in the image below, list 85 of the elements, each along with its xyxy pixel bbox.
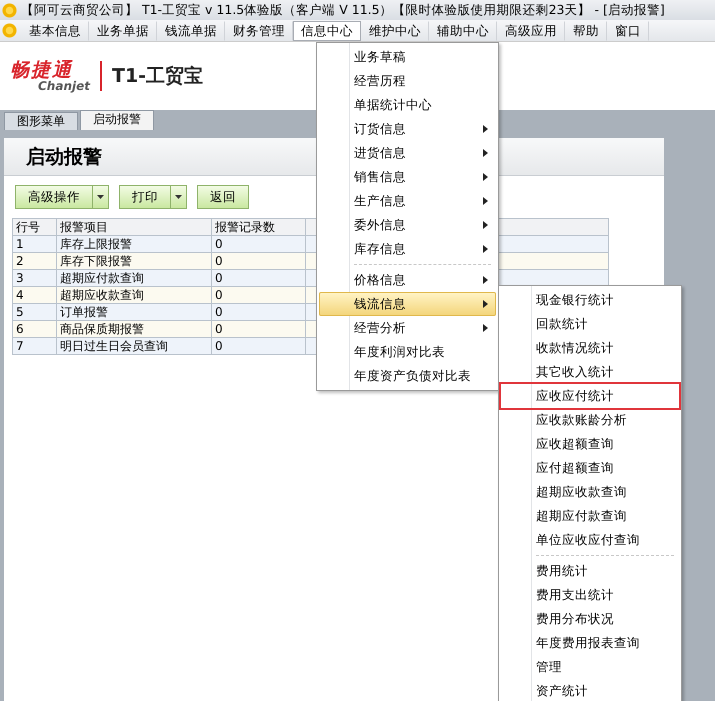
product-name: T1-工贸宝 (112, 64, 204, 89)
menu-item[interactable]: 进货信息 (319, 141, 496, 165)
menu-item[interactable]: 现金银行统计 (501, 288, 679, 312)
column-header: 行号 (12, 218, 56, 236)
caret-icon (175, 195, 182, 199)
toolbar-button[interactable]: 高级操作 (15, 185, 109, 209)
table-cell: 库存下限报警 (56, 252, 212, 270)
menu-bar-item[interactable]: 帮助 (565, 20, 607, 40)
app-icon (2, 2, 17, 18)
submenu-arrow-icon (483, 300, 489, 308)
table-cell: 0 (212, 304, 306, 320)
menu-item[interactable]: 年度费用报表查询 (501, 631, 679, 655)
menu-item[interactable]: 年度利润对比表 (319, 340, 496, 364)
menu-item[interactable]: 单据统计中心 (319, 93, 496, 117)
table-cell: 4 (12, 286, 56, 304)
menu-bar-item[interactable]: 业务单据 (89, 20, 157, 40)
table-cell: 订单报警 (56, 304, 212, 320)
menu-bar-item[interactable]: 钱流单据 (157, 20, 225, 40)
menu-item[interactable]: 应收应付统计 (501, 384, 679, 408)
menu-bar-item[interactable]: 高级应用 (497, 20, 565, 40)
submenu-arrow-icon (483, 173, 489, 181)
menu-item[interactable]: 价格信息 (319, 261, 496, 292)
menu-item[interactable]: 费用统计 (501, 552, 679, 583)
caret-icon (97, 195, 104, 199)
app-icon[interactable] (2, 23, 17, 38)
column-header: 报警记录数 (212, 218, 306, 236)
menu-bar-item[interactable]: 基本信息 (21, 20, 89, 40)
menu-item[interactable]: 经营历程 (319, 69, 496, 93)
toolbar-button[interactable]: 返回 (197, 185, 249, 209)
tab[interactable]: 图形菜单 (4, 112, 78, 130)
table-cell: 1 (12, 236, 56, 252)
table-cell: 0 (212, 252, 306, 270)
table-cell: 0 (212, 270, 306, 286)
menu-item[interactable]: 委外信息 (319, 213, 496, 237)
menu-item[interactable]: 经营分析 (319, 316, 496, 340)
menu-item[interactable]: 库存信息 (319, 237, 496, 261)
table-cell: 超期应付款查询 (56, 270, 212, 286)
table-cell: 0 (212, 236, 306, 252)
submenu-arrow-icon (483, 149, 489, 157)
table-cell: 0 (212, 338, 306, 354)
menu-item[interactable]: 费用分布状况 (501, 607, 679, 631)
submenu-arrow-icon (483, 221, 489, 229)
table-cell: 0 (212, 320, 306, 338)
table-cell: 6 (12, 320, 56, 338)
submenu-arrow-icon (483, 276, 489, 284)
toolbar-button[interactable]: 打印 (119, 185, 187, 209)
menu-bar-item[interactable]: 信息中心 (293, 20, 361, 40)
table-cell: 5 (12, 304, 56, 320)
submenu-arrow-icon (483, 245, 489, 253)
menu-item[interactable]: 收款情况统计 (501, 336, 679, 360)
window-title: 【阿可云商贸公司】 T1-工贸宝 v 11.5体验版（客户端 V 11.5）【限时体验版使用期限还剩23天】 - [启动报警] (21, 0, 665, 19)
menu-item[interactable]: 超期应付款查询 (501, 504, 679, 528)
brand-logo-text: 畅捷通 (10, 60, 73, 80)
table-cell: 明日过生日会员查询 (56, 338, 212, 354)
menu-item[interactable]: 超期应收款查询 (501, 480, 679, 504)
table-cell: 2 (12, 252, 56, 270)
brand-logo-subtext: Chanjet (37, 80, 90, 92)
menu-item[interactable]: 应收超额查询 (501, 432, 679, 456)
table-cell: 超期应收款查询 (56, 286, 212, 304)
menu-item[interactable]: 单位应收应付查询 (501, 528, 679, 552)
menu-item[interactable]: 回款统计 (501, 312, 679, 336)
menu-item[interactable]: 应付超额查询 (501, 456, 679, 480)
submenu-arrow-icon (483, 125, 489, 133)
column-header: 报警项目 (56, 218, 212, 236)
submenu-arrow-icon (483, 197, 489, 205)
menu-item[interactable]: 年度资产负债对比表 (319, 364, 496, 388)
tab[interactable]: 启动报警 (80, 110, 154, 130)
table-cell: 0 (212, 286, 306, 304)
submenu-arrow-icon (483, 324, 489, 332)
menu-item[interactable]: 钱流信息 (319, 292, 496, 316)
table-cell: 商品保质期报警 (56, 320, 212, 338)
menu-bar-item[interactable]: 辅助中心 (429, 20, 497, 40)
menu-bar-item[interactable]: 窗口 (607, 20, 649, 40)
table-cell: 7 (12, 338, 56, 354)
menu-bar-item[interactable]: 维护中心 (361, 20, 429, 40)
menu-item[interactable]: 管理 (501, 655, 679, 679)
menu-item[interactable]: 费用支出统计 (501, 583, 679, 607)
menu-item[interactable]: 应收款账龄分析 (501, 408, 679, 432)
menu-item[interactable]: 订货信息 (319, 117, 496, 141)
menu-item[interactable]: 其它收入统计 (501, 360, 679, 384)
menu-item[interactable]: 生产信息 (319, 189, 496, 213)
table-cell: 库存上限报警 (56, 236, 212, 252)
menu-item[interactable]: 业务草稿 (319, 45, 496, 69)
table-cell: 3 (12, 270, 56, 286)
menu-item[interactable]: 资产统计 (501, 679, 679, 701)
